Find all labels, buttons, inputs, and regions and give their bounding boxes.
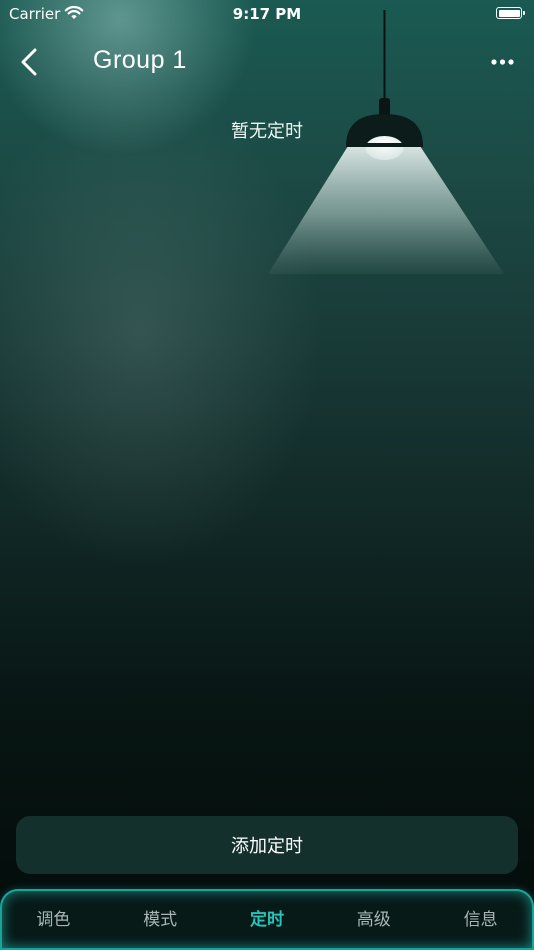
add-timer-button[interactable]: 添加定时 <box>16 816 518 874</box>
more-horizontal-icon <box>491 59 514 65</box>
hanging-lamp-icon <box>268 10 504 274</box>
tab-advanced[interactable]: 高级 <box>320 905 427 934</box>
status-bar: Carrier 9:17 PM <box>0 0 534 28</box>
status-time: 9:17 PM <box>232 5 302 23</box>
page-title: Group 1 <box>93 46 187 74</box>
chevron-left-icon <box>21 48 37 76</box>
tab-timer[interactable]: 定时 <box>214 905 321 934</box>
empty-timer-text: 暂无定时 <box>231 121 303 142</box>
tab-color[interactable]: 调色 <box>0 905 107 934</box>
tab-info[interactable]: 信息 <box>427 905 534 934</box>
tab-mode[interactable]: 模式 <box>107 905 214 934</box>
back-button[interactable] <box>12 44 46 80</box>
more-button[interactable] <box>486 50 520 74</box>
battery-icon <box>496 7 525 19</box>
tab-bar: 调色 模式 定时 高级 信息 <box>0 889 534 950</box>
